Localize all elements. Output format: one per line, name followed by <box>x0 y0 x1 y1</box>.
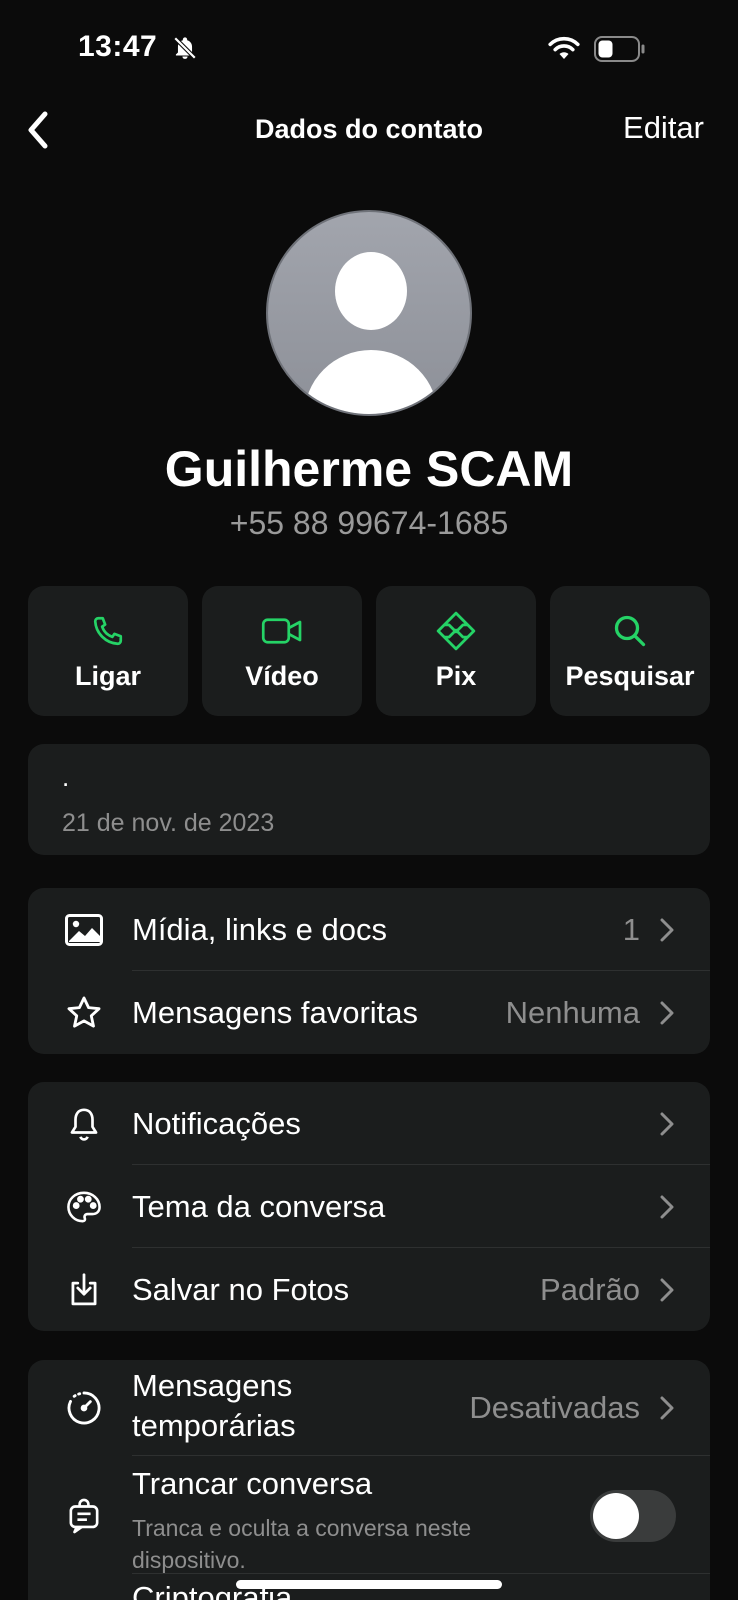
about-card[interactable]: . 21 de nov. de 2023 <box>28 744 710 855</box>
video-icon <box>261 611 303 651</box>
status-time: 13:47 <box>78 30 158 63</box>
media-links-docs-label: Mídia, links e docs <box>132 911 387 947</box>
search-icon <box>612 611 648 651</box>
starred-messages-row[interactable]: Mensagens favoritas Nenhuma <box>28 971 710 1054</box>
media-group: Mídia, links e docs 1 Mensagens favorita… <box>28 888 710 1054</box>
toggle-knob <box>593 1493 639 1539</box>
star-icon <box>64 993 104 1033</box>
status-bar: 13:47 <box>0 0 738 100</box>
save-to-photos-row[interactable]: Salvar no Fotos Padrão <box>28 1248 710 1331</box>
contact-name: Guilherme SCAM <box>164 441 574 497</box>
notifications-label: Notificações <box>132 1105 301 1141</box>
search-button[interactable]: Pesquisar <box>550 586 710 716</box>
temporary-messages-row[interactable]: Mensagens temporárias Desativadas <box>28 1360 710 1456</box>
temporary-messages-label-line2: temporárias <box>132 1408 296 1443</box>
timer-icon <box>64 1388 104 1428</box>
call-button[interactable]: Ligar <box>28 586 188 716</box>
lock-chat-description-line2: dispositivo. <box>132 1547 246 1573</box>
home-indicator[interactable] <box>236 1580 502 1589</box>
palette-icon <box>64 1187 104 1227</box>
lock-chat-description-line1: Tranca e oculta a conversa neste <box>132 1515 472 1541</box>
edit-button[interactable]: Editar <box>623 110 704 146</box>
search-label: Pesquisar <box>565 660 695 691</box>
notifications-row[interactable]: Notificações <box>28 1082 710 1165</box>
avatar[interactable] <box>266 210 472 416</box>
avatar-body <box>304 350 438 414</box>
call-label: Ligar <box>74 660 141 691</box>
temporary-messages-label: Mensagens temporárias <box>132 1366 296 1446</box>
image-icon <box>64 910 104 950</box>
pix-button[interactable]: Pix <box>376 586 536 716</box>
temporary-messages-value: Desativadas <box>469 1390 640 1425</box>
about-text: . <box>62 762 70 792</box>
back-button[interactable] <box>18 108 58 152</box>
battery-icon <box>594 36 646 62</box>
video-label: Vídeo <box>245 660 319 691</box>
action-buttons: Ligar Vídeo Pix Pesquisar <box>28 586 710 716</box>
lock-chat-toggle[interactable] <box>590 1490 676 1542</box>
lock-chat-label: Trancar conversa <box>132 1466 373 1501</box>
video-button[interactable]: Vídeo <box>202 586 362 716</box>
save-to-photos-value: Padrão <box>540 1271 640 1307</box>
chat-lock-icon <box>64 1496 104 1536</box>
chevron-right-icon <box>658 1110 676 1138</box>
starred-messages-value: Nenhuma <box>505 994 640 1030</box>
chevron-right-icon <box>658 1193 676 1221</box>
navigation-bar: Dados do contato Editar <box>0 100 738 160</box>
media-count: 1 <box>622 911 640 947</box>
lock-chat-row: Trancar conversa Tranca e oculta a conve… <box>28 1456 710 1574</box>
pix-icon <box>435 611 477 651</box>
starred-messages-label: Mensagens favoritas <box>132 994 419 1030</box>
lock-chat-description: Tranca e oculta a conversa neste disposit… <box>132 1512 552 1576</box>
chat-theme-row[interactable]: Tema da conversa <box>28 1165 710 1248</box>
privacy-group: Mensagens temporárias Desativadas Trancar… <box>28 1360 710 1600</box>
phone-icon <box>90 611 126 651</box>
bell-icon <box>64 1104 104 1144</box>
chevron-right-icon <box>658 999 676 1027</box>
chevron-right-icon <box>658 916 676 944</box>
bell-slash-icon <box>172 35 198 66</box>
chevron-right-icon <box>658 1394 676 1422</box>
about-date: 21 de nov. de 2023 <box>62 809 275 837</box>
download-icon <box>64 1270 104 1310</box>
chat-theme-label: Tema da conversa <box>132 1188 386 1224</box>
media-links-docs-row[interactable]: Mídia, links e docs 1 <box>28 888 710 971</box>
save-to-photos-label: Salvar no Fotos <box>132 1271 350 1307</box>
chevron-right-icon <box>658 1276 676 1304</box>
wifi-icon <box>547 35 581 66</box>
avatar-head <box>335 252 407 330</box>
chevron-left-icon <box>28 111 48 149</box>
pix-label: Pix <box>435 660 477 691</box>
contact-phone[interactable]: +55 88 99674-1685 <box>0 505 738 542</box>
temporary-messages-label-line1: Mensagens <box>132 1368 293 1403</box>
settings-group: Notificações Tema da conversa Salvar no … <box>28 1082 710 1331</box>
